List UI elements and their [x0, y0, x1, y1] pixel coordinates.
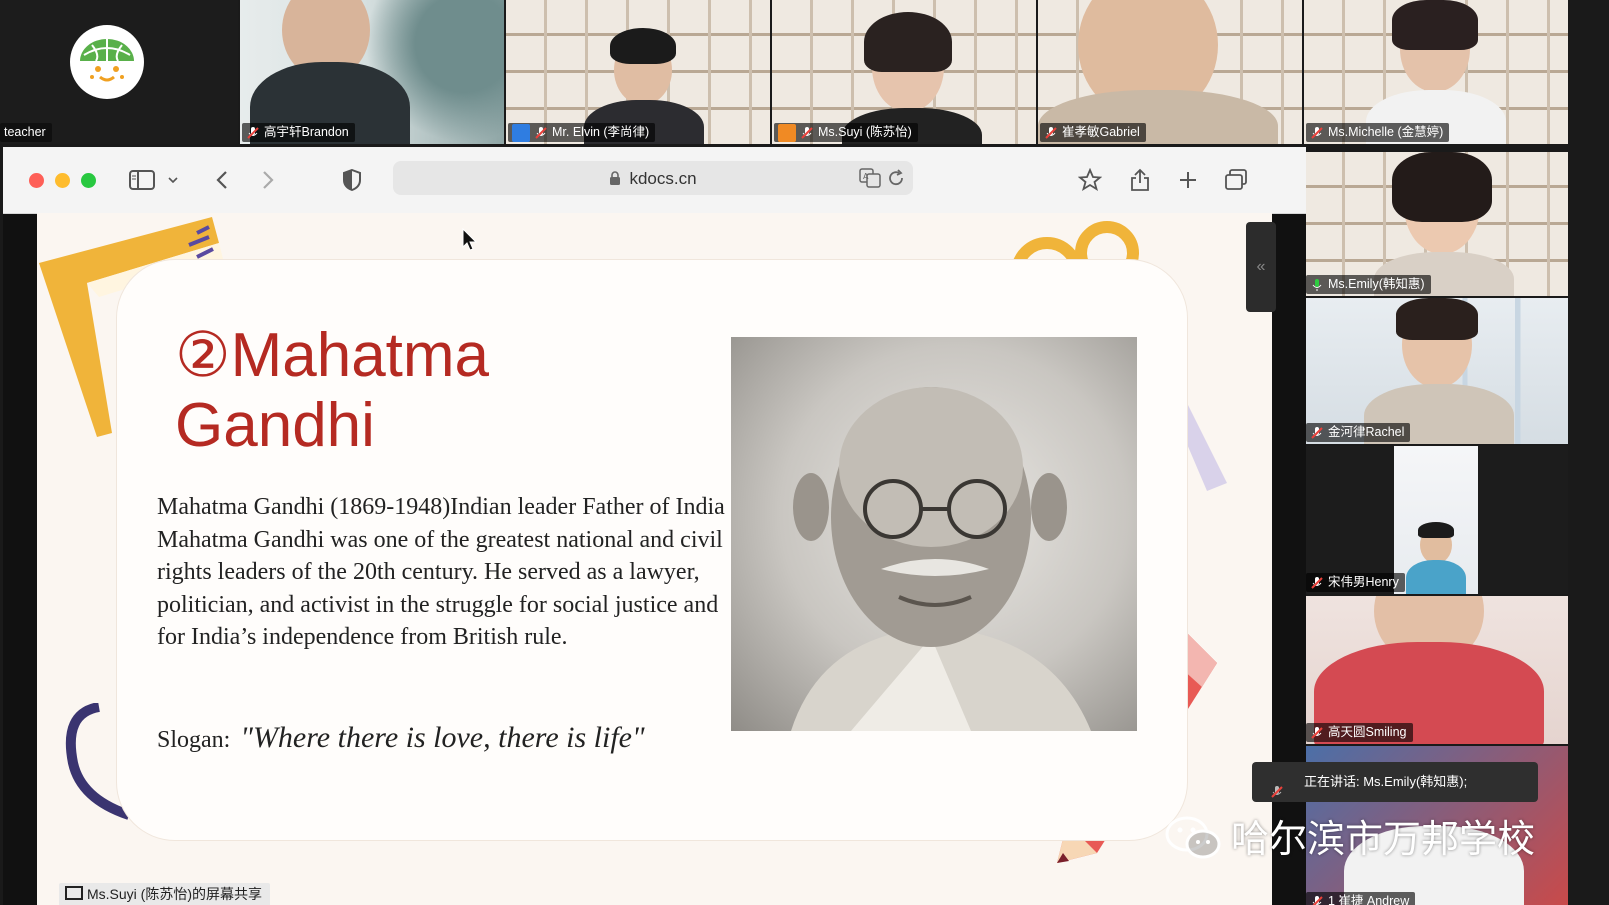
share-icon[interactable] — [1125, 165, 1155, 195]
mic-muted-icon[interactable] — [246, 126, 260, 140]
participant-tile[interactable]: Mr. Elvin (李尚律) — [506, 0, 770, 144]
participant-tile[interactable]: 崔孝敏Gabriel — [1038, 0, 1302, 144]
participant-name: Ms.Suyi (陈苏怡) — [818, 125, 912, 139]
participant-name-tag: Ms.Suyi (陈苏怡) — [774, 123, 918, 142]
participant-name-tag: Mr. Elvin (李尚律) — [508, 123, 656, 142]
participant-name: 宋伟男Henry — [1328, 575, 1399, 589]
participant-name-tag: Ms.Emily(韩知惠) — [1306, 275, 1431, 294]
url-domain: kdocs.cn — [629, 169, 697, 188]
participant-name: Ms.Michelle (金慧婷) — [1328, 125, 1444, 139]
slide-title: ②Mahatma Gandhi — [175, 321, 595, 461]
globe-smiley-icon — [80, 39, 134, 82]
mic-muted-icon[interactable] — [1310, 726, 1324, 740]
slide-slogan: Slogan: "Where there is love, there is l… — [157, 721, 757, 755]
mic-active-icon[interactable] — [1310, 278, 1324, 292]
mic-muted-icon[interactable] — [1310, 126, 1324, 140]
participant-name: Ms.Emily(韩知惠) — [1328, 277, 1425, 291]
slogan-label: Slogan: — [157, 727, 231, 753]
bookmark-star-icon[interactable] — [1075, 165, 1105, 195]
screen-share-icon — [65, 886, 83, 900]
collapse-sidebar-handle[interactable]: « — [1246, 222, 1276, 312]
share-label-text: Ms.Suyi (陈苏怡)的屏幕共享 — [87, 886, 262, 902]
reload-icon[interactable] — [887, 169, 905, 192]
speaking-text: 正在讲话: Ms.Emily(韩知惠); — [1304, 774, 1468, 789]
mouse-pointer-icon — [462, 228, 478, 251]
slide-body-text: Mahatma Gandhi (1869-1948)Indian leader … — [157, 491, 727, 654]
slide-title-line1: ②Mahatma — [175, 321, 490, 390]
mic-muted-icon[interactable] — [1310, 576, 1324, 590]
participant-name: 崔孝敏Gabriel — [1062, 125, 1140, 139]
user-badge-icon — [512, 123, 530, 142]
minimize-window-button[interactable] — [55, 173, 70, 188]
forward-icon[interactable] — [253, 165, 283, 195]
mic-muted-icon[interactable] — [1044, 126, 1058, 140]
back-icon[interactable] — [207, 165, 237, 195]
mic-muted-icon[interactable] — [534, 126, 548, 140]
participant-name-tag: 1 崔捷 Andrew — [1306, 892, 1416, 905]
translate-icon[interactable]: A — [859, 168, 881, 193]
participant-name: 高天圆Smiling — [1328, 725, 1407, 739]
tab-overview-icon[interactable] — [1221, 165, 1251, 195]
participant-name-tag: Ms.Michelle (金慧婷) — [1306, 123, 1450, 142]
participant-name: 高宇轩Brandon — [264, 125, 349, 139]
body-paragraph: Mahatma Gandhi (1869-1948)Indian leader … — [157, 494, 725, 520]
participant-tile[interactable]: 宋伟男Henry — [1304, 446, 1568, 594]
presentation-slide: ②Mahatma Gandhi Mahatma Gandhi (1869-194… — [37, 213, 1272, 905]
teacher-avatar — [70, 25, 144, 99]
close-window-button[interactable] — [29, 173, 44, 188]
url-text[interactable]: kdocs.cn — [393, 169, 913, 191]
participant-name: teacher — [4, 125, 46, 139]
participant-name-tag: 高宇轩Brandon — [242, 123, 355, 142]
zoom-window-button[interactable] — [81, 173, 96, 188]
watermark-text: 哈尔滨市万邦学校 — [1231, 817, 1536, 861]
participant-name: 1 崔捷 Andrew — [1328, 894, 1410, 905]
participant-name: Mr. Elvin (李尚律) — [552, 125, 650, 139]
slide-title-line2: Gandhi — [175, 391, 375, 460]
participant-name-tag: 宋伟男Henry — [1306, 573, 1405, 592]
address-bar[interactable]: kdocs.cn A — [393, 161, 913, 195]
mic-muted-icon[interactable] — [800, 126, 814, 140]
new-tab-icon[interactable] — [1173, 165, 1203, 195]
participant-tile[interactable]: Ms.Michelle (金慧婷) — [1304, 0, 1568, 144]
privacy-shield-icon[interactable] — [337, 165, 367, 195]
participant-tile[interactable]: Ms.Emily(韩知惠) — [1304, 152, 1568, 296]
shared-screen-browser: kdocs.cn A ②Mahatma Gandhi Mahatma Gandh… — [3, 147, 1306, 905]
participant-tile-teacher[interactable]: teacher — [0, 0, 238, 144]
participant-tile[interactable]: Ms.Suyi (陈苏怡) — [772, 0, 1036, 144]
gandhi-portrait-image — [731, 337, 1137, 731]
wechat-watermark: 哈尔滨市万邦学校 — [1163, 808, 1535, 869]
participant-name-tag: teacher — [0, 123, 52, 142]
participant-name-tag: 高天圆Smiling — [1306, 723, 1413, 742]
participant-name-tag: 崔孝敏Gabriel — [1040, 123, 1146, 142]
chevron-down-icon[interactable] — [163, 165, 183, 195]
wechat-logo-icon — [1163, 814, 1223, 869]
participant-tile[interactable]: 金河律Rachel — [1304, 298, 1568, 444]
lock-icon — [609, 171, 621, 191]
svg-text:A: A — [863, 172, 869, 181]
speaking-indicator: 正在讲话: Ms.Emily(韩知惠); — [1252, 762, 1538, 802]
browser-toolbar: kdocs.cn A — [3, 147, 1306, 214]
participant-name-tag: 金河律Rachel — [1306, 423, 1411, 442]
body-paragraph: Mahatma Gandhi was one of the greatest n… — [157, 526, 723, 651]
portrait-video — [1394, 446, 1478, 594]
sidebar-toggle-icon[interactable] — [127, 165, 157, 195]
mic-muted-icon[interactable] — [1310, 426, 1324, 440]
slogan-quote: "Where there is love, there is life" — [240, 721, 645, 754]
participant-tile[interactable]: 高天圆Smiling — [1304, 596, 1568, 744]
mic-muted-icon[interactable] — [1310, 895, 1324, 905]
participant-tile[interactable]: 高宇轩Brandon — [240, 0, 504, 144]
user-badge-icon — [778, 123, 796, 142]
screen-share-label: Ms.Suyi (陈苏怡)的屏幕共享 — [59, 883, 270, 905]
participant-name: 金河律Rachel — [1328, 425, 1405, 439]
